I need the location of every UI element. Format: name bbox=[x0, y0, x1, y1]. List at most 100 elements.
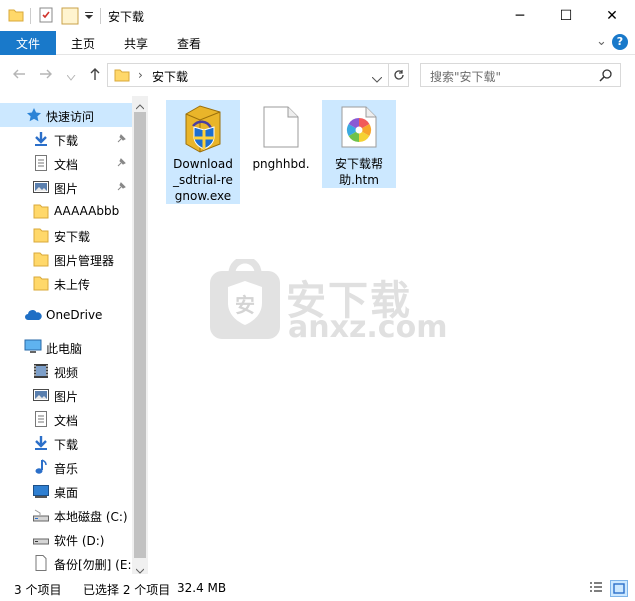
breadcrumb-separator[interactable]: › bbox=[138, 68, 143, 82]
nav-item-drive-e[interactable]: 备份[勿删] (E:) bbox=[0, 551, 136, 574]
file-item[interactable]: pnghhbd. bbox=[244, 100, 318, 171]
tab-view[interactable]: 查看 bbox=[177, 31, 201, 55]
properties-icon[interactable] bbox=[38, 7, 54, 26]
chevron-down-icon[interactable] bbox=[371, 72, 383, 86]
back-arrow-icon[interactable] bbox=[12, 67, 26, 85]
nav-label: OneDrive bbox=[46, 308, 103, 322]
item-count: 3 个项目 bbox=[14, 583, 62, 597]
desktop-icon bbox=[33, 483, 49, 499]
nav-item-music[interactable]: 音乐 bbox=[0, 455, 132, 479]
tab-share[interactable]: 共享 bbox=[124, 31, 148, 55]
nav-label: 下载 bbox=[54, 438, 79, 452]
nav-item-drive-c[interactable]: 本地磁盘 (C:) bbox=[0, 503, 132, 527]
forward-arrow-icon[interactable] bbox=[39, 67, 53, 85]
download-arrow-icon bbox=[33, 435, 49, 451]
chevron-down-icon[interactable]: ⌄ bbox=[596, 34, 607, 49]
status-bar: 3 个项目 已选择 2 个项目 32.4 MB bbox=[0, 577, 635, 601]
nav-label: 安下载 bbox=[54, 230, 91, 244]
tab-file[interactable]: 文件 bbox=[0, 31, 56, 55]
nav-quick-access[interactable]: 快速访问 bbox=[0, 103, 132, 127]
nav-label: 图片管理器 bbox=[54, 254, 115, 268]
nav-label: 本地磁盘 (C:) bbox=[54, 510, 128, 524]
nav-label: 文档 bbox=[54, 414, 79, 428]
nav-label: 未上传 bbox=[54, 278, 91, 292]
cloud-icon bbox=[24, 307, 42, 323]
tab-home[interactable]: 主页 bbox=[71, 31, 95, 55]
window-title: 安下载 bbox=[108, 10, 145, 24]
picture-icon bbox=[33, 387, 49, 403]
selected-count: 已选择 2 个项目 bbox=[83, 583, 171, 597]
new-folder-icon[interactable] bbox=[61, 7, 79, 28]
nav-onedrive[interactable]: OneDrive bbox=[0, 303, 132, 327]
star-icon bbox=[26, 107, 42, 123]
breadcrumb[interactable]: 安下载 bbox=[152, 68, 188, 85]
pin-icon[interactable] bbox=[117, 158, 126, 170]
large-icons-view-button[interactable] bbox=[610, 580, 628, 597]
watermark-en: anxz.com bbox=[288, 310, 448, 345]
document-icon bbox=[33, 411, 49, 427]
up-arrow-icon[interactable] bbox=[88, 67, 102, 85]
nav-label: 软件 (D:) bbox=[54, 534, 105, 548]
close-button[interactable]: ✕ bbox=[589, 0, 635, 31]
folder-icon bbox=[8, 7, 24, 26]
nav-item-documents[interactable]: 文档 bbox=[0, 151, 132, 175]
folder-icon bbox=[33, 275, 49, 291]
nav-scrollbar-thumb[interactable] bbox=[134, 112, 146, 558]
refresh-icon bbox=[393, 70, 404, 80]
pin-icon[interactable] bbox=[117, 182, 126, 194]
nav-label: AAAAAbbb bbox=[54, 204, 120, 218]
video-icon bbox=[33, 363, 49, 379]
address-row: › 安下载 搜索"安下载" bbox=[0, 58, 635, 92]
search-icon[interactable] bbox=[599, 68, 613, 85]
folder-icon bbox=[33, 203, 49, 219]
installer-box-icon bbox=[180, 104, 226, 158]
file-name-line: 助.htm bbox=[339, 173, 379, 187]
scroll-up-icon[interactable] bbox=[135, 99, 145, 113]
nav-item-downloads[interactable]: 下载 bbox=[0, 127, 132, 151]
folder-icon bbox=[33, 227, 49, 243]
nav-label: 文档 bbox=[54, 158, 79, 172]
scroll-down-icon[interactable] bbox=[135, 563, 145, 574]
nav-item-drive-d[interactable]: 软件 (D:) bbox=[0, 527, 132, 551]
nav-item-videos[interactable]: 视频 bbox=[0, 359, 132, 383]
customize-toolbar-icon[interactable] bbox=[85, 10, 94, 24]
nav-item-picture-manager[interactable]: 图片管理器 bbox=[0, 247, 132, 271]
file-name-line: gnow.exe bbox=[174, 189, 232, 203]
nav-label: 下载 bbox=[54, 134, 79, 148]
nav-item-aaaaabbb[interactable]: AAAAAbbb bbox=[0, 199, 132, 223]
file-name-line: 安下载帮 bbox=[334, 157, 383, 171]
nav-item-pc-downloads[interactable]: 下载 bbox=[0, 431, 132, 455]
computer-icon bbox=[24, 339, 42, 355]
nav-item-pc-documents[interactable]: 文档 bbox=[0, 407, 132, 431]
nav-item-not-uploaded[interactable]: 未上传 bbox=[0, 271, 132, 295]
nav-item-pictures[interactable]: 图片 bbox=[0, 175, 132, 199]
file-item[interactable]: 安下载帮 助.htm bbox=[322, 100, 396, 188]
refresh-button[interactable] bbox=[389, 63, 409, 87]
blank-file-icon bbox=[263, 106, 299, 152]
nav-item-desktop[interactable]: 桌面 bbox=[0, 479, 132, 503]
picture-icon bbox=[33, 179, 49, 195]
recent-locations-icon[interactable] bbox=[66, 70, 76, 85]
nav-this-pc[interactable]: 此电脑 bbox=[0, 335, 132, 359]
nav-label: 快速访问 bbox=[46, 110, 95, 124]
nav-item-anxiazai[interactable]: 安下载 bbox=[0, 223, 132, 247]
download-arrow-icon bbox=[33, 131, 49, 147]
search-input[interactable]: 搜索"安下载" bbox=[420, 63, 621, 87]
nav-label: 此电脑 bbox=[46, 342, 83, 356]
divider bbox=[100, 8, 101, 24]
nav-item-pc-pictures[interactable]: 图片 bbox=[0, 383, 132, 407]
large-icons-view-icon bbox=[613, 583, 625, 594]
drive-icon bbox=[33, 507, 49, 523]
minimize-button[interactable]: ─ bbox=[497, 0, 543, 31]
file-view[interactable]: 安 安下载 anxz.com Download _sdtrial-re gnow… bbox=[150, 96, 635, 574]
maximize-button[interactable]: ☐ bbox=[543, 0, 589, 31]
pin-icon[interactable] bbox=[117, 134, 126, 146]
file-item[interactable]: Download _sdtrial-re gnow.exe bbox=[166, 100, 240, 204]
details-view-icon[interactable] bbox=[589, 581, 603, 598]
help-icon[interactable]: ? bbox=[612, 34, 628, 50]
address-bar[interactable]: › 安下载 bbox=[107, 63, 389, 87]
watermark-shield-char: 安 bbox=[235, 293, 255, 317]
html-file-icon bbox=[341, 106, 377, 152]
file-name-line: pnghhbd. bbox=[252, 157, 310, 171]
file-name-line: _sdtrial-re bbox=[173, 173, 233, 187]
